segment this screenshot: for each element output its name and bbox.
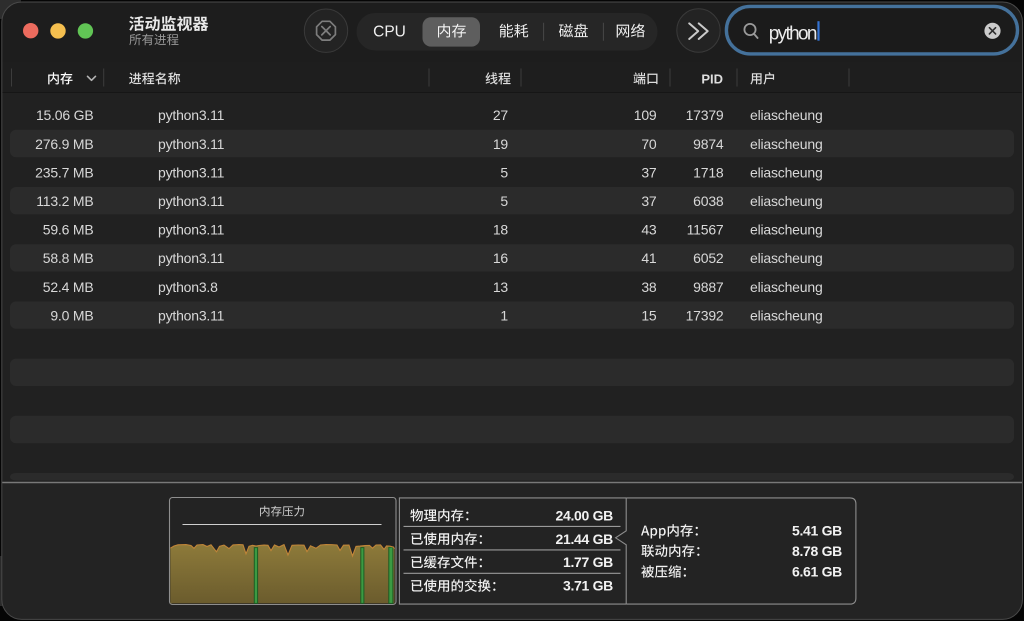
svg-text:6052: 6052 bbox=[693, 250, 724, 266]
svg-text:38: 38 bbox=[641, 279, 657, 295]
svg-text:15: 15 bbox=[641, 307, 657, 323]
svg-text:70: 70 bbox=[641, 136, 657, 152]
svg-text:21.44 GB: 21.44 GB bbox=[555, 531, 613, 547]
svg-text:eliascheung: eliascheung bbox=[750, 164, 823, 180]
svg-text:18: 18 bbox=[493, 222, 509, 238]
svg-text:eliascheung: eliascheung bbox=[750, 193, 823, 209]
svg-text:109: 109 bbox=[634, 107, 657, 123]
svg-text:15.06 GB: 15.06 GB bbox=[36, 107, 94, 123]
svg-text:5: 5 bbox=[500, 193, 508, 209]
svg-text:16: 16 bbox=[493, 250, 509, 266]
svg-text:113.2 MB: 113.2 MB bbox=[36, 193, 93, 209]
svg-text:CPU: CPU bbox=[373, 24, 406, 41]
svg-text:276.9 MB: 276.9 MB bbox=[35, 136, 93, 152]
svg-text:37: 37 bbox=[641, 164, 657, 180]
svg-text:eliascheung: eliascheung bbox=[750, 136, 823, 152]
svg-text:58.8 MB: 58.8 MB bbox=[43, 250, 94, 266]
svg-text:17379: 17379 bbox=[686, 107, 724, 123]
svg-text:9887: 9887 bbox=[693, 279, 724, 295]
svg-text:8.78 GB: 8.78 GB bbox=[792, 543, 842, 559]
svg-text:1: 1 bbox=[500, 307, 508, 323]
svg-text:python: python bbox=[769, 24, 817, 45]
svg-text:python3.11: python3.11 bbox=[158, 307, 225, 323]
svg-text:eliascheung: eliascheung bbox=[750, 107, 823, 123]
svg-text:python3.11: python3.11 bbox=[158, 193, 225, 209]
svg-text:PID: PID bbox=[701, 71, 723, 86]
svg-text:eliascheung: eliascheung bbox=[750, 307, 823, 323]
svg-text:6.61 GB: 6.61 GB bbox=[792, 564, 842, 580]
svg-text:3.71 GB: 3.71 GB bbox=[563, 578, 613, 594]
svg-text:52.4 MB: 52.4 MB bbox=[43, 279, 94, 295]
svg-text:37: 37 bbox=[641, 193, 657, 209]
svg-text:python3.11: python3.11 bbox=[158, 164, 225, 180]
svg-text:1718: 1718 bbox=[693, 164, 724, 180]
svg-text:27: 27 bbox=[493, 107, 509, 123]
svg-text:eliascheung: eliascheung bbox=[750, 250, 823, 266]
svg-text:python3.8: python3.8 bbox=[158, 279, 218, 295]
svg-text:5: 5 bbox=[500, 164, 508, 180]
svg-text:python3.11: python3.11 bbox=[158, 222, 225, 238]
svg-text:9.0 MB: 9.0 MB bbox=[50, 307, 93, 323]
svg-text:1.77 GB: 1.77 GB bbox=[563, 554, 613, 570]
svg-text:eliascheung: eliascheung bbox=[750, 222, 823, 238]
svg-text:python3.11: python3.11 bbox=[158, 136, 225, 152]
svg-text:9874: 9874 bbox=[693, 136, 724, 152]
svg-text:59.6 MB: 59.6 MB bbox=[43, 222, 94, 238]
svg-text:41: 41 bbox=[641, 250, 657, 266]
svg-text:5.41 GB: 5.41 GB bbox=[792, 523, 842, 539]
svg-text:43: 43 bbox=[641, 222, 657, 238]
svg-text:eliascheung: eliascheung bbox=[750, 279, 823, 295]
svg-text:python3.11: python3.11 bbox=[158, 107, 225, 123]
svg-text:13: 13 bbox=[493, 279, 509, 295]
svg-text:6038: 6038 bbox=[693, 193, 724, 209]
svg-text:24.00 GB: 24.00 GB bbox=[555, 507, 613, 523]
svg-text:python3.11: python3.11 bbox=[158, 250, 225, 266]
svg-text:17392: 17392 bbox=[686, 307, 724, 323]
svg-text:11567: 11567 bbox=[687, 222, 724, 238]
svg-text:19: 19 bbox=[493, 136, 509, 152]
svg-text:235.7 MB: 235.7 MB bbox=[35, 164, 93, 180]
